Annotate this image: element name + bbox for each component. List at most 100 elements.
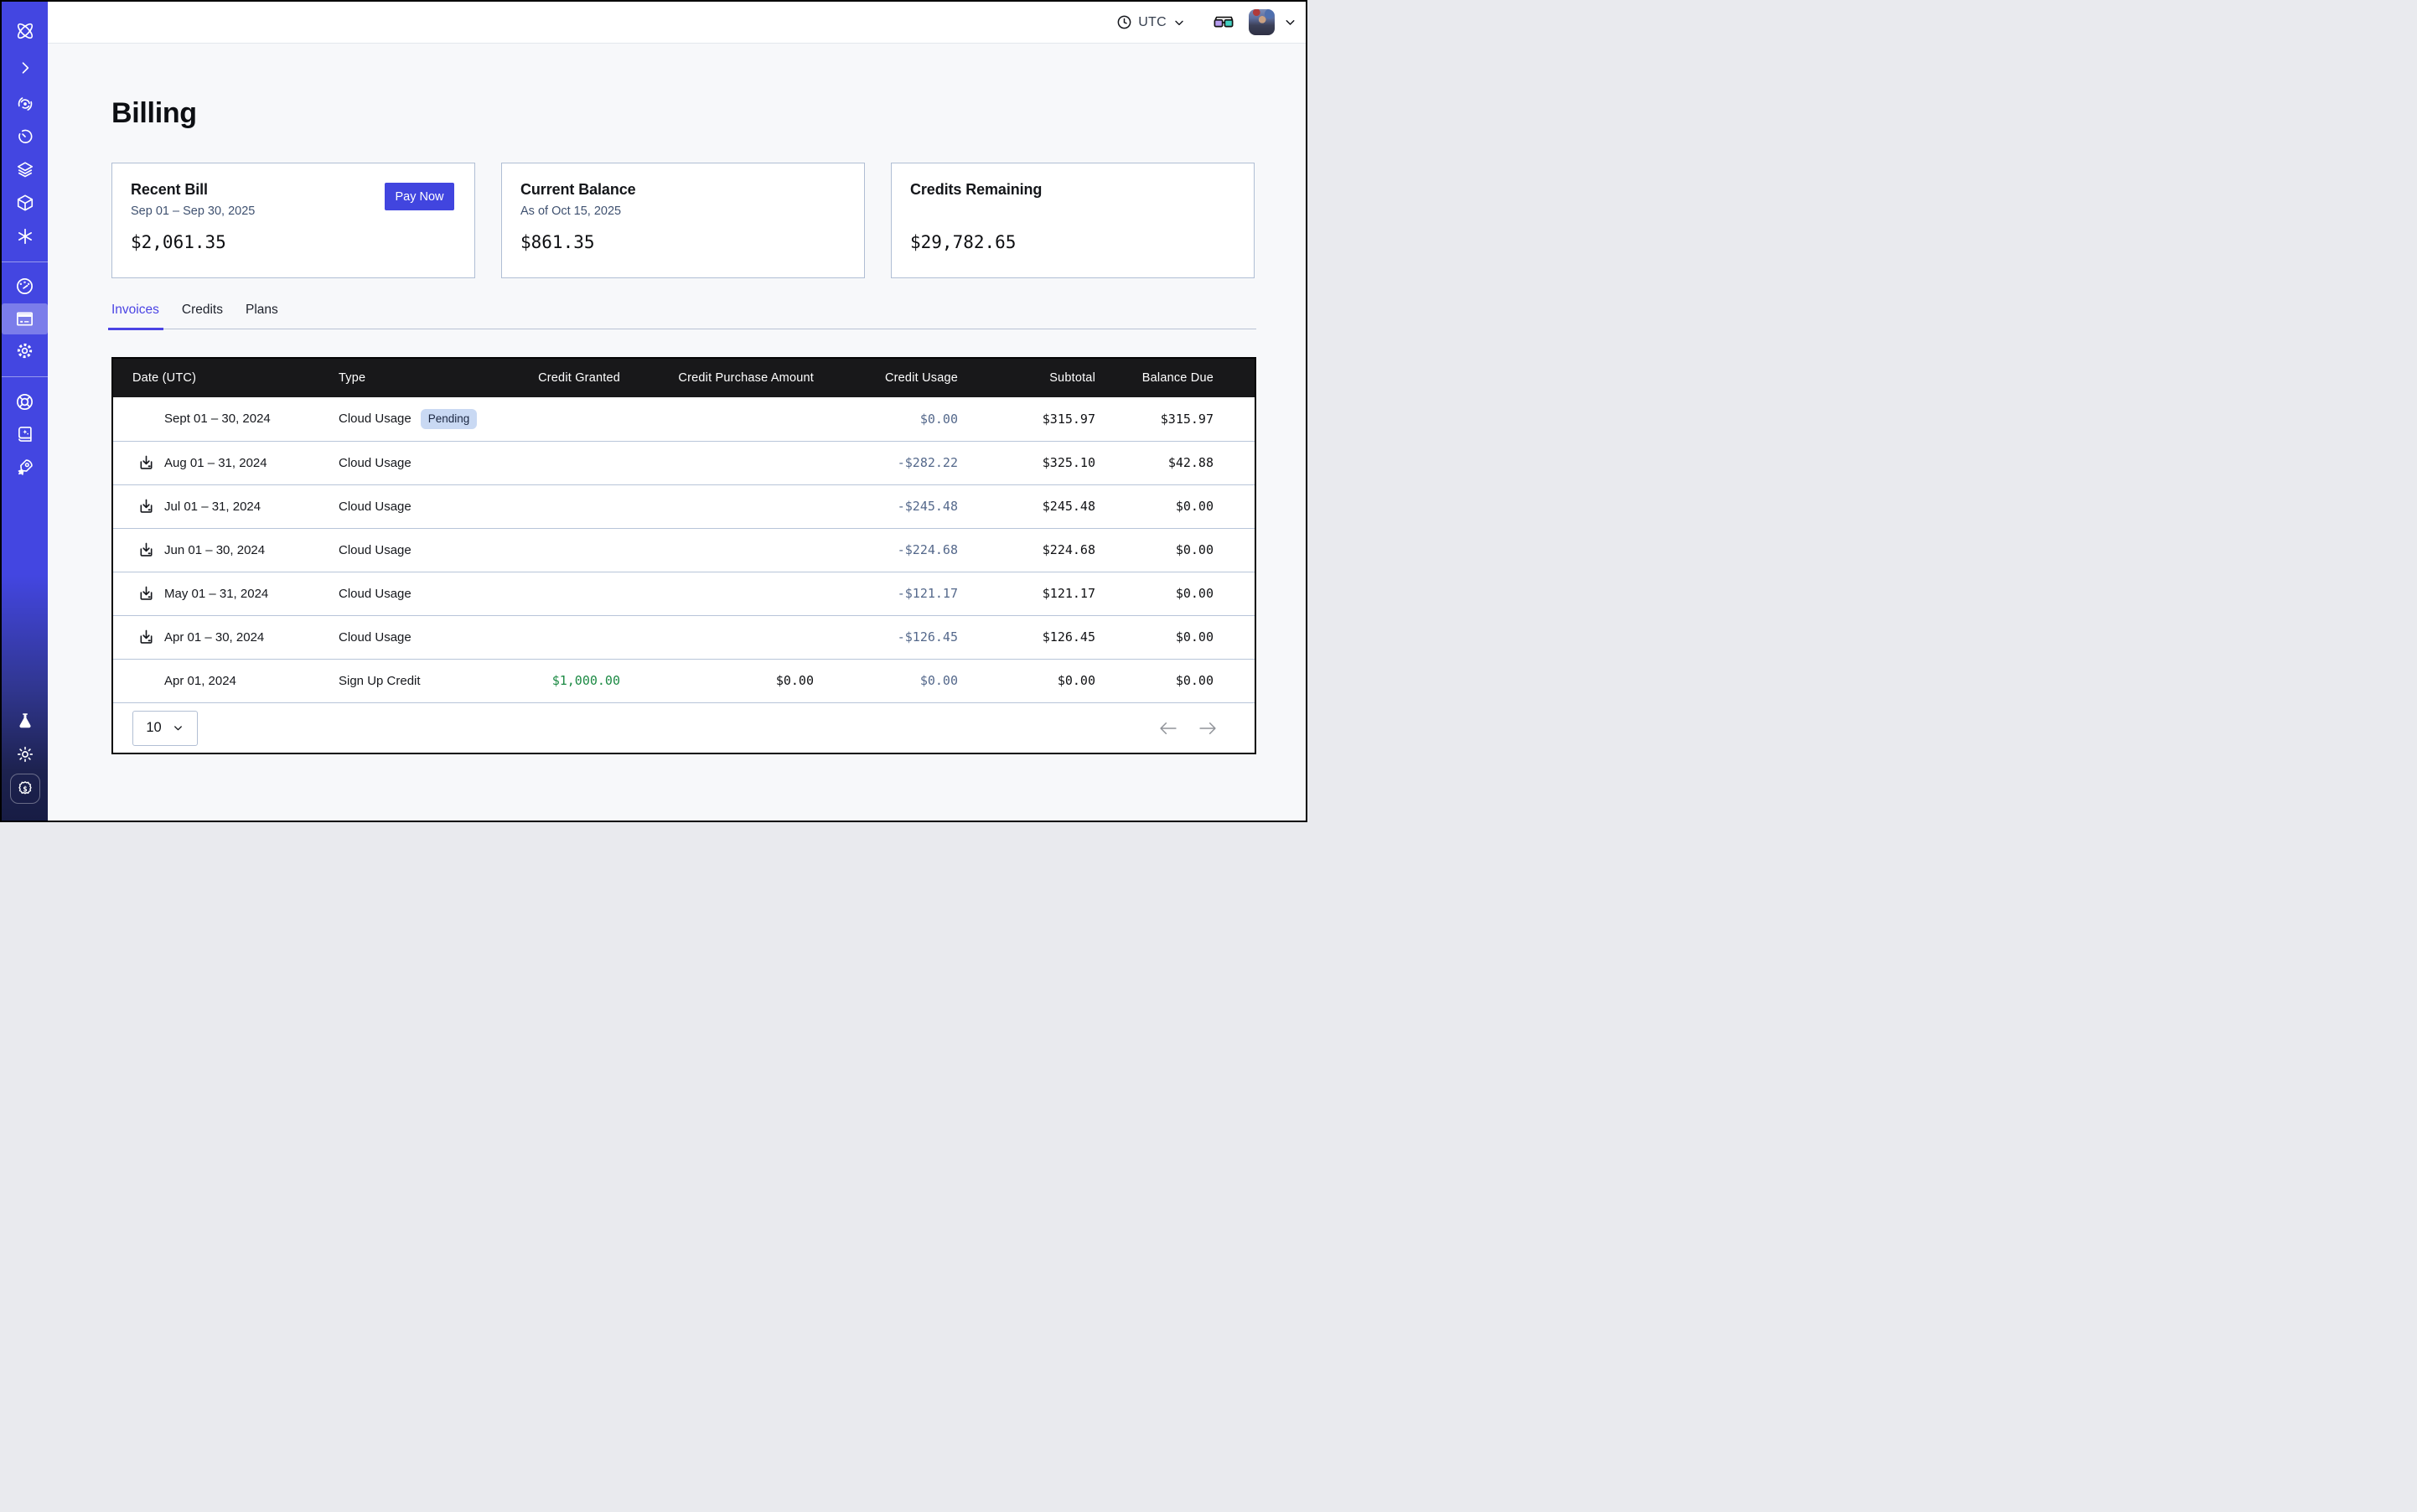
book-icon[interactable]: [2, 418, 48, 450]
balance-due-value: $0.00: [1095, 528, 1255, 572]
gear-icon[interactable]: [2, 334, 48, 366]
download-invoice-icon[interactable]: [138, 499, 164, 515]
balance-due-value: $0.00: [1095, 615, 1255, 659]
timezone-selector[interactable]: UTC: [1116, 14, 1186, 30]
summary-cards: Recent Bill Sep 01 – Sep 30, 2025 $2,061…: [111, 163, 1306, 278]
table-row[interactable]: Aug 01 – 31, 2024 Cloud Usage -$282.22 $…: [113, 441, 1255, 484]
layers-icon[interactable]: [2, 153, 48, 185]
gauge-icon[interactable]: [2, 270, 48, 302]
tab-invoices[interactable]: Invoices: [108, 303, 163, 329]
chevron-down-icon: [172, 722, 184, 734]
balance-due-value: $0.00: [1095, 572, 1255, 615]
asterisk-icon[interactable]: [2, 220, 48, 252]
logo-orbit-icon[interactable]: [2, 15, 48, 47]
current-balance-card: Current Balance As of Oct 15, 2025 $861.…: [501, 163, 865, 278]
download-invoice-icon[interactable]: [138, 455, 164, 471]
invoice-date: Jul 01 – 31, 2024: [164, 500, 261, 514]
timezone-label: UTC: [1138, 15, 1167, 30]
credit-purchase-value: $0.00: [620, 659, 814, 702]
billing-tabs: Invoices Credits Plans: [111, 303, 1256, 329]
user-menu-button[interactable]: [1283, 15, 1297, 29]
balance-due-value: $42.88: [1095, 441, 1255, 484]
credit-granted-value: $1,000.00: [489, 659, 620, 702]
credit-usage-value: -$224.68: [814, 528, 958, 572]
table-row[interactable]: Jun 01 – 30, 2024 Cloud Usage -$224.68 $…: [113, 528, 1255, 572]
balance-due-value: $315.97: [1095, 397, 1255, 441]
invoice-date: Sept 01 – 30, 2024: [164, 412, 271, 426]
credit-usage-value: -$245.48: [814, 484, 958, 528]
credit-usage-value: -$282.22: [814, 441, 958, 484]
subtotal-value: $245.48: [958, 484, 1095, 528]
credit-purchase-value: [620, 441, 814, 484]
invoice-date: Aug 01 – 31, 2024: [164, 456, 267, 470]
card-title: Current Balance: [520, 181, 844, 199]
download-invoice-icon[interactable]: [138, 542, 164, 558]
credit-granted-value: [489, 441, 620, 484]
table-row[interactable]: Apr 01 – 30, 2024 Cloud Usage -$126.45 $…: [113, 615, 1255, 659]
balance-due-value: $0.00: [1095, 659, 1255, 702]
clock-icon: [1116, 14, 1132, 30]
column-header-credit-purchase: Credit Purchase Amount: [620, 359, 814, 397]
credit-purchase-value: [620, 484, 814, 528]
card-subtitle: [910, 205, 1234, 220]
next-page-button[interactable]: [1196, 717, 1219, 740]
previous-page-button[interactable]: [1157, 717, 1180, 740]
status-badge: Pending: [421, 409, 478, 429]
page-size-select[interactable]: 10: [132, 711, 198, 746]
recent-bill-card: Recent Bill Sep 01 – Sep 30, 2025 $2,061…: [111, 163, 475, 278]
credit-purchase-value: [620, 397, 814, 441]
storm-icon[interactable]: [2, 88, 48, 120]
billing-card-icon[interactable]: [2, 303, 48, 334]
invoice-date: Apr 01, 2024: [164, 674, 236, 688]
chevron-right-collapse-icon[interactable]: [2, 52, 48, 84]
credit-usage-value: -$126.45: [814, 615, 958, 659]
table-row[interactable]: May 01 – 31, 2024 Cloud Usage -$121.17 $…: [113, 572, 1255, 615]
credit-granted-value: [489, 484, 620, 528]
recent-bill-amount: $2,061.35: [131, 232, 454, 252]
invoice-date: May 01 – 31, 2024: [164, 587, 268, 601]
table-header-row: Date (UTC) Type Credit Granted Credit Pu…: [113, 359, 1255, 397]
timer-icon[interactable]: [2, 121, 48, 153]
flask-icon[interactable]: [2, 705, 48, 737]
subtotal-value: $126.45: [958, 615, 1095, 659]
sidebar-divider: [2, 376, 48, 377]
table-row[interactable]: Apr 01, 2024 Sign Up Credit $1,000.00 $0…: [113, 659, 1255, 702]
subtotal-value: $121.17: [958, 572, 1095, 615]
subtotal-value: $315.97: [958, 397, 1095, 441]
invoice-type: Cloud Usage: [339, 456, 411, 470]
invoice-type: Cloud Usage: [339, 630, 411, 645]
column-header-balance-due: Balance Due: [1095, 359, 1255, 397]
invoice-type: Cloud Usage: [339, 412, 411, 426]
tab-credits[interactable]: Credits: [178, 303, 227, 329]
column-header-credit-granted: Credit Granted: [489, 359, 620, 397]
sun-icon[interactable]: [2, 738, 48, 770]
pay-now-button[interactable]: Pay Now: [385, 183, 454, 210]
arrow-left-icon: [1159, 722, 1177, 735]
download-invoice-icon[interactable]: [138, 629, 164, 645]
column-header-credit-usage: Credit Usage: [814, 359, 958, 397]
invoices-table: Date (UTC) Type Credit Granted Credit Pu…: [111, 357, 1256, 754]
avatar[interactable]: [1249, 9, 1275, 35]
invoice-type: Cloud Usage: [339, 587, 411, 601]
table-row[interactable]: Sept 01 – 30, 2024 Cloud Usage Pending $…: [113, 397, 1255, 441]
download-invoice-icon[interactable]: [138, 586, 164, 602]
lifebuoy-icon[interactable]: [2, 386, 48, 417]
credit-granted-value: [489, 528, 620, 572]
credits-remaining-card: Credits Remaining $29,782.65: [891, 163, 1255, 278]
invoice-table-body: Sept 01 – 30, 2024 Cloud Usage Pending $…: [113, 397, 1255, 702]
card-subtitle: As of Oct 15, 2025: [520, 205, 844, 220]
3d-glasses-toggle[interactable]: [1214, 14, 1234, 31]
cube-icon[interactable]: [2, 187, 48, 219]
topbar: UTC: [48, 2, 1306, 44]
table-row[interactable]: Jul 01 – 31, 2024 Cloud Usage -$245.48 $…: [113, 484, 1255, 528]
tab-plans[interactable]: Plans: [241, 303, 282, 329]
card-title: Credits Remaining: [910, 181, 1234, 199]
column-header-type: Type: [339, 359, 489, 397]
dollar-badge-button[interactable]: $: [10, 774, 40, 804]
credit-usage-value: -$121.17: [814, 572, 958, 615]
column-header-subtotal: Subtotal: [958, 359, 1095, 397]
subtotal-value: $325.10: [958, 441, 1095, 484]
rocket-icon[interactable]: [2, 451, 48, 483]
invoice-type: Cloud Usage: [339, 543, 411, 557]
sidebar-divider: [2, 261, 48, 262]
